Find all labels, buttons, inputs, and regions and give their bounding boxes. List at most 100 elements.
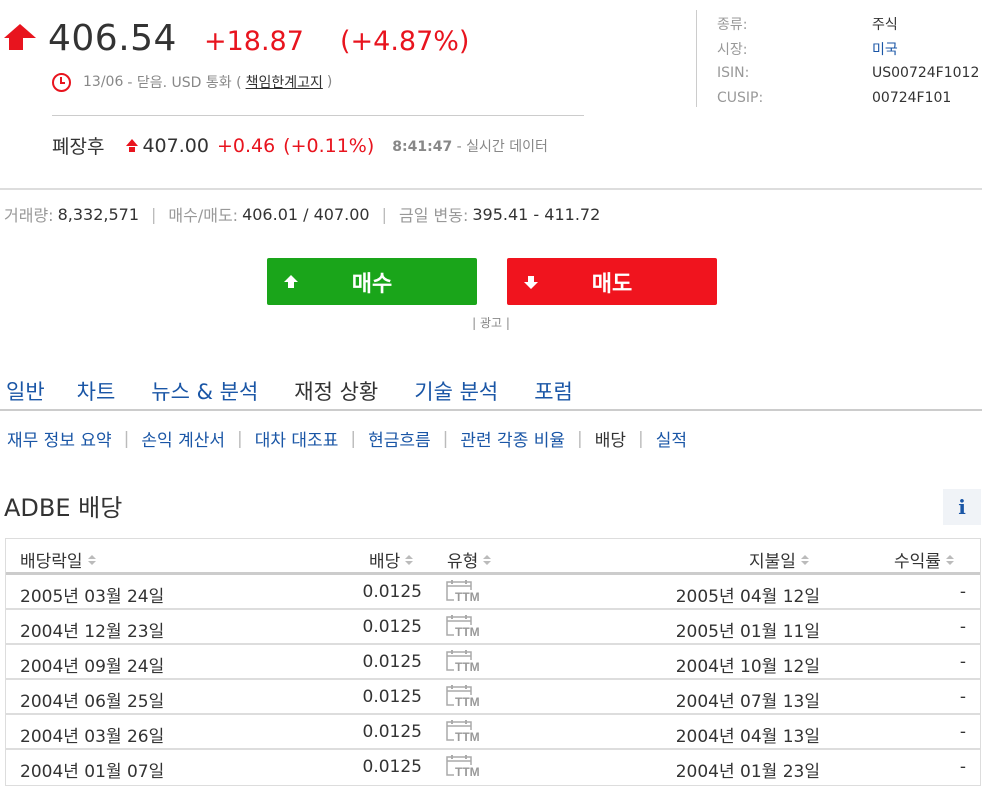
cell-yield: - <box>959 617 966 637</box>
after-up-arrow-icon <box>126 138 139 152</box>
header-divider <box>0 188 982 190</box>
ad-label: | 광고 | <box>472 316 510 330</box>
cell-pay-date: 2004년 04월 13일 <box>675 727 820 747</box>
sort-icon <box>483 554 492 565</box>
quote-divider <box>52 115 584 116</box>
cell-yield: - <box>959 582 966 602</box>
after-hours-change-pct: (+0.11%) <box>283 134 375 157</box>
price-change: +18.87 <box>204 26 304 57</box>
after-hours-row: 폐장후 407.00 +0.46 (+0.11%) 8:41:47 - 실시간 … <box>52 132 548 159</box>
info-row-isin: ISIN: US00724F1012 <box>717 65 980 82</box>
tab-technical[interactable]: 기술 분석 <box>408 374 498 409</box>
ttm-label: TTM <box>455 625 480 639</box>
cell-dividend: 0.0125 <box>362 687 422 707</box>
cell-yield: - <box>959 687 966 707</box>
tab-forum[interactable]: 포럼 <box>528 374 573 409</box>
table-header: 배당락일 배당 유형 지불일 수익률 <box>6 539 980 575</box>
volume-value: 8,332,571 <box>57 204 139 224</box>
ttm-label: TTM <box>455 695 480 709</box>
header-ex-date[interactable]: 배당락일 <box>20 547 96 572</box>
subtab-ratios[interactable]: 관련 각종 비율 <box>460 426 565 451</box>
tab-news[interactable]: 뉴스 & 분석 <box>145 374 258 409</box>
tab-general[interactable]: 일반 <box>0 374 45 409</box>
cell-dividend: 0.0125 <box>362 582 422 602</box>
bidask-value: 406.01 / 407.00 <box>242 204 370 224</box>
sort-icon <box>405 554 414 565</box>
table-row: 2004년 12월 23일 0.0125 TTM 2005년 01월 11일 - <box>6 610 980 645</box>
financial-subtabs: 재무 정보 요약 | 손익 계산서 | 대차 대조표 | 현금흐름 | 관련 각… <box>7 426 687 452</box>
ttm-calendar-icon: TTM <box>446 720 488 744</box>
volume-label: 거래량: <box>4 206 54 225</box>
cell-ex-date: 2004년 01월 07일 <box>20 762 165 782</box>
header-pay-date[interactable]: 지불일 <box>749 547 809 572</box>
table-body: 2005년 03월 24일 0.0125 TTM 2005년 04월 12일 -2004… <box>6 575 980 785</box>
ttm-label: TTM <box>455 765 480 779</box>
cell-pay-date: 2005년 04월 12일 <box>675 587 820 607</box>
clock-icon <box>52 72 71 92</box>
price-change-pct: (+4.87%) <box>340 26 470 57</box>
cell-ex-date: 2004년 12월 23일 <box>20 622 165 642</box>
ttm-label: TTM <box>455 590 480 604</box>
buy-button-label: 매수 <box>351 271 393 297</box>
instrument-info-panel: 종류: 주식 시장: 미국 ISIN: US00724F1012 CUSIP: … <box>696 10 986 107</box>
ttm-calendar-icon: TTM <box>446 685 488 709</box>
after-hours-label: 폐장후 <box>52 136 105 158</box>
day-range-value: 395.41 - 411.72 <box>472 204 601 224</box>
ttm-calendar-icon: TTM <box>446 580 488 604</box>
header-type[interactable]: 유형 <box>447 547 492 572</box>
day-range-label: 금일 변동: <box>398 206 469 225</box>
market-link[interactable]: 미국 <box>872 39 898 59</box>
ttm-calendar-icon: TTM <box>446 650 488 674</box>
subtab-dividends[interactable]: 배당 <box>595 426 626 451</box>
cell-dividend: 0.0125 <box>362 617 422 637</box>
subtab-income-statement[interactable]: 손익 계산서 <box>141 426 225 451</box>
dividends-table: 배당락일 배당 유형 지불일 수익률 2005년 03월 24일 0.0125 TT… <box>5 538 981 786</box>
table-row: 2004년 06월 25일 0.0125 TTM 2004년 07월 13일 - <box>6 680 980 715</box>
table-row: 2004년 09월 24일 0.0125 TTM 2004년 10월 12일 - <box>6 645 980 680</box>
price-up-arrow-icon <box>4 24 36 38</box>
header-yield[interactable]: 수익률 <box>894 547 954 572</box>
cell-ex-date: 2004년 06월 25일 <box>20 692 165 712</box>
status-date: 13/06 <box>83 74 124 90</box>
header-dividend[interactable]: 배당 <box>369 547 414 572</box>
cell-yield: - <box>959 722 966 742</box>
section-title: ADBE 배당 <box>4 494 123 522</box>
cell-pay-date: 2005년 01월 11일 <box>675 622 820 642</box>
subtab-balance-sheet[interactable]: 대차 대조표 <box>255 426 339 451</box>
sort-icon <box>945 554 954 565</box>
subtab-earnings[interactable]: 실적 <box>656 426 687 451</box>
sort-icon <box>800 554 809 565</box>
subtab-cash-flow[interactable]: 현금흐름 <box>368 426 431 451</box>
buy-button[interactable]: 매수 <box>267 258 477 305</box>
cell-pay-date: 2004년 07월 13일 <box>675 692 820 712</box>
bidask-label: 매수/매도: <box>168 206 239 225</box>
cell-ex-date: 2005년 03월 24일 <box>20 587 165 607</box>
ttm-calendar-icon: TTM <box>446 755 488 779</box>
table-row: 2004년 01월 07일 0.0125 TTM 2004년 01월 23일 - <box>6 750 980 785</box>
info-icon[interactable]: i <box>943 489 981 525</box>
sort-icon <box>87 554 96 565</box>
status-close: ) <box>326 74 333 90</box>
subtab-summary[interactable]: 재무 정보 요약 <box>7 426 112 451</box>
after-hours-time: 8:41:47 - 실시간 데이터 <box>392 138 548 155</box>
tab-chart[interactable]: 차트 <box>71 374 116 409</box>
cell-yield: - <box>959 757 966 777</box>
tab-financials[interactable]: 재정 상황 <box>288 374 378 409</box>
cell-ex-date: 2004년 03월 26일 <box>20 727 165 747</box>
cell-pay-date: 2004년 01월 23일 <box>675 762 820 782</box>
cell-dividend: 0.0125 <box>362 757 422 777</box>
info-row-cusip: CUSIP: 00724F101 <box>717 89 952 106</box>
sell-button[interactable]: 매도 <box>507 258 717 305</box>
market-status: 13/06 - 닫음. USD 통화 ( 책임한계고지 ) <box>52 72 332 92</box>
after-hours-price: 407.00 <box>142 134 209 157</box>
ttm-label: TTM <box>455 660 480 674</box>
sell-button-label: 매도 <box>591 271 633 297</box>
cell-ex-date: 2004년 09월 24일 <box>20 657 165 677</box>
last-price: 406.54 <box>48 18 177 59</box>
disclaimer-link[interactable]: 책임한계고지 <box>246 72 323 92</box>
cell-pay-date: 2004년 10월 12일 <box>675 657 820 677</box>
ttm-label: TTM <box>455 730 480 744</box>
price-up-arrow-stem <box>9 38 23 50</box>
table-row: 2004년 03월 26일 0.0125 TTM 2004년 04월 13일 - <box>6 715 980 750</box>
cell-dividend: 0.0125 <box>362 652 422 672</box>
